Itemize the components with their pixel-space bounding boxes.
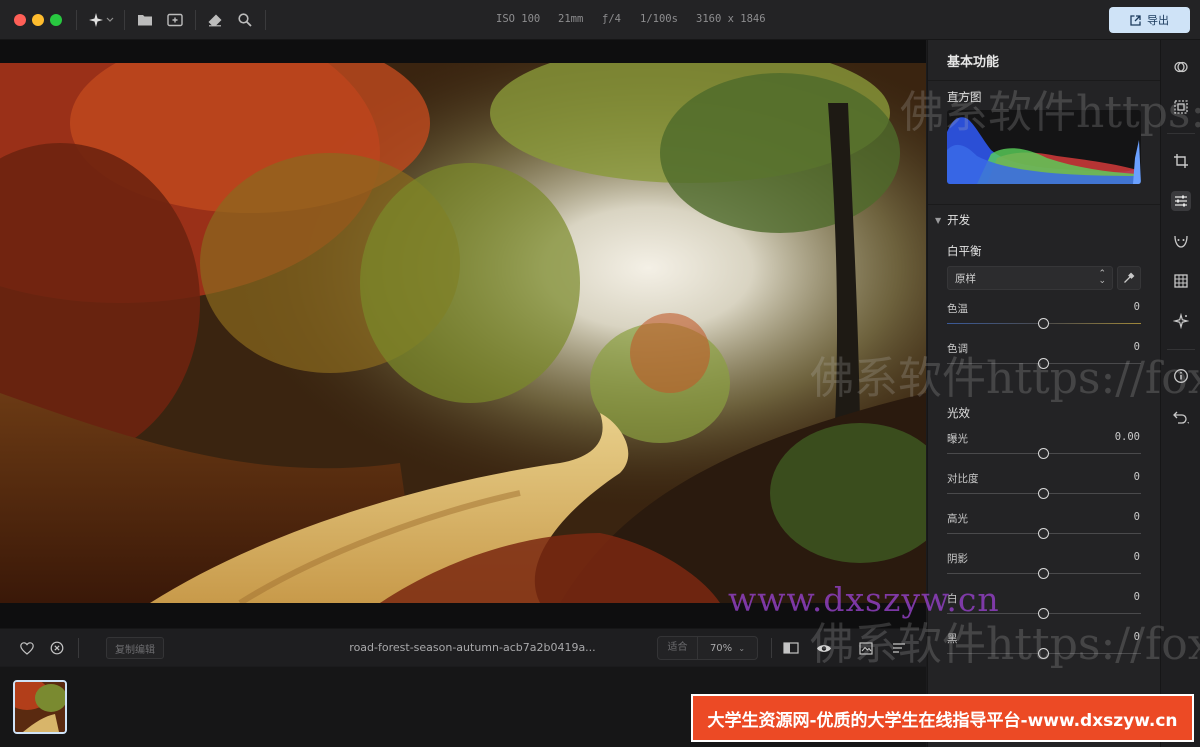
landscape-grid-icon[interactable] <box>1171 271 1191 291</box>
folder-icon[interactable] <box>135 10 155 30</box>
panel-divider <box>928 204 1161 205</box>
temperature-value: 0 <box>1133 301 1140 313</box>
exposure-label: 曝光 <box>947 433 968 445</box>
panel-divider <box>928 80 1161 81</box>
exposure-slider-handle[interactable] <box>1038 448 1049 459</box>
shutter-speed-value: 1/100s <box>640 13 678 25</box>
info-icon[interactable] <box>1171 366 1191 386</box>
shadows-slider-handle[interactable] <box>1038 568 1049 579</box>
contrast-slider-handle[interactable] <box>1038 488 1049 499</box>
layers-icon[interactable] <box>1171 97 1191 117</box>
toolbar-divider <box>265 10 266 30</box>
photo-info-icon[interactable] <box>857 639 875 657</box>
toolbar-divider <box>78 638 79 658</box>
tool-divider <box>1167 349 1195 350</box>
highlights-value: 0 <box>1133 511 1140 523</box>
iso-value: ISO 100 <box>496 13 541 25</box>
window-close-button[interactable] <box>14 14 26 26</box>
tint-value: 0 <box>1133 341 1140 353</box>
shadows-label: 阴影 <box>947 553 968 565</box>
adjustments-panel: 基本功能 直方图 ▼ 开发 白平衡 原样 ⌃ ⌄ 色温 0 色调 0 光效 曝光… <box>927 40 1161 747</box>
zoom-control[interactable]: 适合 70% ⌄ <box>657 636 758 660</box>
crop-icon[interactable] <box>1171 151 1191 171</box>
zoom-tool-icon[interactable] <box>235 10 255 30</box>
develop-label: 开发 <box>947 213 971 227</box>
watermark-url: www.dxszyw.cn <box>728 580 1000 619</box>
develop-section-toggle[interactable]: ▼ 开发 <box>935 212 970 228</box>
histogram-label: 直方图 <box>947 90 982 104</box>
chevron-updown-icon: ⌃ ⌄ <box>1098 269 1106 286</box>
eyedropper-icon <box>1124 272 1135 283</box>
portrait-icon[interactable] <box>1171 231 1191 251</box>
autumn-forest-photo <box>0 63 926 603</box>
compare-split-icon[interactable] <box>782 639 800 657</box>
shadows-value: 0 <box>1133 551 1140 563</box>
history-undo-icon[interactable] <box>1171 407 1191 427</box>
contrast-value: 0 <box>1133 471 1140 483</box>
export-label: 导出 <box>1147 14 1169 27</box>
presets-icon[interactable] <box>1171 57 1191 77</box>
highlights-label: 高光 <box>947 513 968 525</box>
white-balance-value: 原样 <box>955 272 976 285</box>
heart-icon[interactable] <box>18 639 36 657</box>
add-photo-icon[interactable] <box>165 10 185 30</box>
toolbar-divider <box>76 10 77 30</box>
resolution-value: 3160 x 1846 <box>696 13 766 25</box>
reject-icon[interactable] <box>48 639 66 657</box>
contrast-label: 对比度 <box>947 473 979 485</box>
zoom-fit-button[interactable]: 适合 <box>658 637 698 659</box>
temperature-slider-handle[interactable] <box>1038 318 1049 329</box>
toolbar-divider <box>771 638 772 658</box>
tint-label: 色调 <box>947 343 968 355</box>
aperture-value: ƒ/4 <box>602 13 621 25</box>
blacks-slider-handle[interactable] <box>1038 648 1049 659</box>
tint-slider-handle[interactable] <box>1038 358 1049 369</box>
eyedropper-button[interactable] <box>1117 266 1141 290</box>
zoom-level-value: 70% <box>709 642 733 654</box>
export-button[interactable]: 导出 <box>1109 7 1190 33</box>
eye-icon[interactable] <box>815 639 833 657</box>
chevron-down-icon: ⌄ <box>738 643 746 653</box>
whites-slider-handle[interactable] <box>1038 608 1049 619</box>
top-toolbar: ISO 100 21mm ƒ/4 1/100s 3160 x 1846 导出 <box>0 0 1200 40</box>
sparkle-effects-icon[interactable] <box>1171 311 1191 331</box>
file-name: road-forest-season-autumn-acb7a2b0419a..… <box>349 641 596 654</box>
window-minimize-button[interactable] <box>32 14 44 26</box>
white-balance-select[interactable]: 原样 ⌃ ⌄ <box>947 266 1113 290</box>
light-section-label: 光效 <box>947 406 970 420</box>
exposure-value: 0.00 <box>1114 431 1140 443</box>
photo-thumbnail[interactable] <box>13 680 67 734</box>
ai-tools-icon[interactable] <box>86 10 116 30</box>
focal-length-value: 21mm <box>558 13 584 25</box>
site-banner: 大学生资源网-优质的大学生在线指导平台-www.dxszyw.cn <box>691 694 1194 742</box>
share-icon <box>1130 14 1141 26</box>
tool-divider <box>1167 133 1195 134</box>
whites-value: 0 <box>1133 591 1140 603</box>
temperature-label: 色温 <box>947 303 968 315</box>
highlights-slider-handle[interactable] <box>1038 528 1049 539</box>
adjustments-sliders-icon[interactable] <box>1171 191 1191 211</box>
photo-editor-window: ISO 100 21mm ƒ/4 1/100s 3160 x 1846 导出 复… <box>0 0 1200 747</box>
toolbar-divider <box>195 10 196 30</box>
sort-lines-icon[interactable] <box>890 639 908 657</box>
zoom-level-dropdown[interactable]: 70% ⌄ <box>698 643 757 654</box>
histogram <box>947 110 1141 184</box>
photo-canvas[interactable] <box>0 40 926 628</box>
blacks-value: 0 <box>1133 631 1140 643</box>
toolbar-divider <box>124 10 125 30</box>
white-balance-label: 白平衡 <box>947 244 982 258</box>
panel-title: 基本功能 <box>947 55 1000 70</box>
blacks-label: 黑 <box>947 633 958 645</box>
window-zoom-button[interactable] <box>50 14 62 26</box>
tool-strip <box>1160 40 1200 747</box>
triangle-down-icon: ▼ <box>935 215 942 225</box>
photo-metadata: ISO 100 21mm ƒ/4 1/100s 3160 x 1846 <box>496 13 766 25</box>
bottom-toolbar: 复制编辑 road-forest-season-autumn-acb7a2b04… <box>0 628 926 666</box>
eraser-icon[interactable] <box>205 10 225 30</box>
copy-edits-button[interactable]: 复制编辑 <box>106 637 164 659</box>
